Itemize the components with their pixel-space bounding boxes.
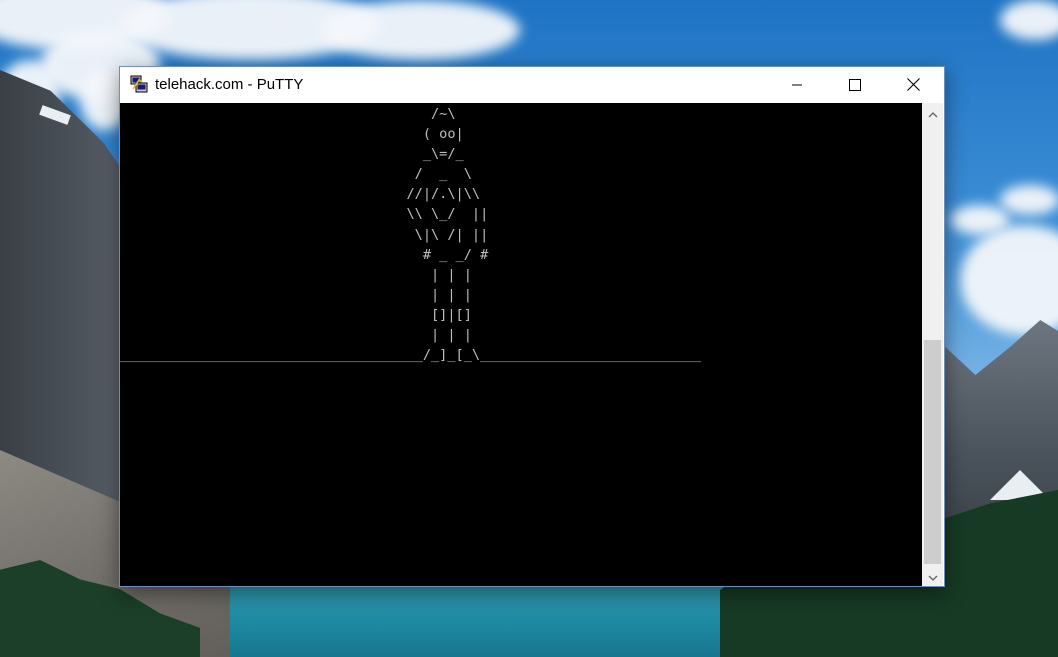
terminal-line: / _ \ [120, 166, 472, 183]
terminal-area[interactable]: /~\ ( oo| _\=/_ / _ \ //|/.\|\\ \\ \_/ |… [120, 103, 922, 586]
terminal-line: /~\ [120, 106, 456, 122]
minimize-button[interactable] [768, 67, 826, 103]
scroll-up-button[interactable] [922, 103, 943, 123]
scroll-down-button[interactable] [922, 566, 943, 586]
window-title: telehack.com - PuTTY [155, 76, 304, 93]
minimize-icon [791, 76, 803, 95]
close-icon [906, 76, 920, 95]
close-button[interactable] [884, 67, 942, 103]
terminal-line: \|\ /| || [120, 226, 489, 243]
vertical-scrollbar[interactable] [922, 103, 943, 586]
terminal-line: _\=/_ [120, 146, 464, 163]
title-bar[interactable]: telehack.com - PuTTY [120, 67, 944, 103]
maximize-icon [849, 76, 861, 95]
maximize-button[interactable] [826, 67, 884, 103]
terminal-line: //|/.\|\\ [120, 186, 481, 203]
terminal-line: | | | [120, 327, 472, 344]
terminal-line: # _ _/ # [120, 246, 489, 263]
scrollbar-thumb[interactable] [924, 340, 941, 564]
scroll-down-arrow-icon [928, 567, 938, 586]
terminal-line: | | | [120, 266, 472, 283]
scroll-up-arrow-icon [928, 104, 938, 123]
putty-window[interactable]: telehack.com - PuTTY /~\ (oo| _\=/_ / _… [119, 66, 945, 587]
terminal-output: /~\ ( oo| _\=/_ / _ \ //|/.\|\\ \\ \_/ |… [120, 104, 701, 365]
terminal-line: []|[] [120, 306, 472, 323]
terminal-line: _____________________________________/_]… [120, 347, 702, 364]
terminal-line: | | | [120, 286, 472, 303]
terminal-line: \\ \_/ || [120, 206, 489, 223]
putty-icon[interactable] [130, 75, 148, 93]
terminal-line: ( oo| [120, 126, 464, 143]
